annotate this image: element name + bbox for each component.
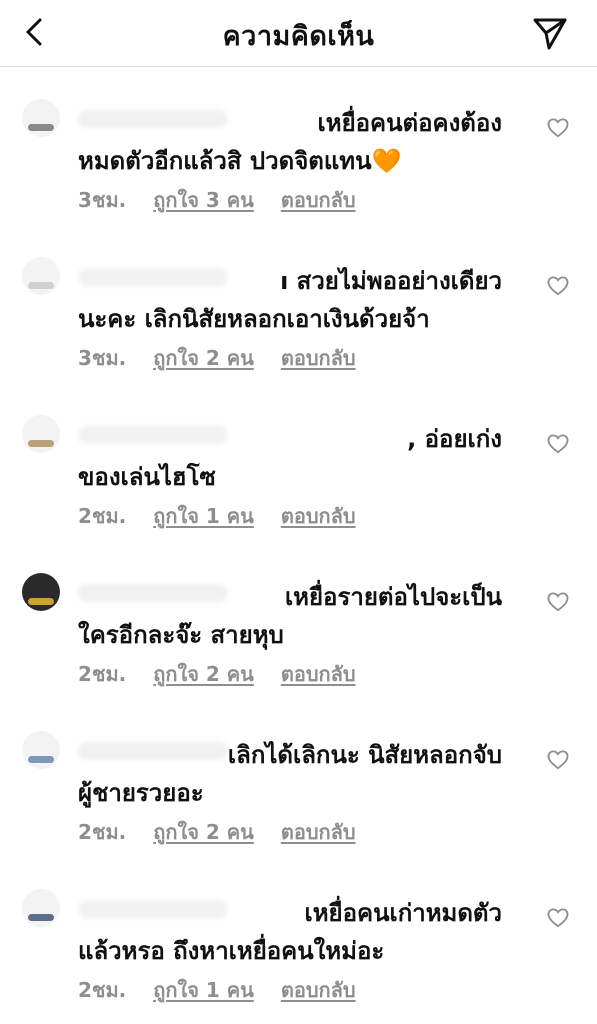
comment-time: 3ชม. [78,346,127,370]
comment-line-1: ı สวยไม่พออย่างเดียว [280,267,502,295]
comment-text: ı สวยไม่พออย่างเดียว นะคะ เลิกนิสัยหลอกเ… [78,262,518,338]
heart-icon[interactable] [547,118,569,138]
avatar[interactable] [22,573,60,611]
send-icon[interactable] [530,14,570,54]
likes-count-link[interactable]: ถูกใจ 2 คน [153,658,254,690]
comment-text: เหยื่อคนเก่าหมดตัว แล้วหรอ ถึงหาเหยื่อคน… [78,894,518,970]
comment-line-2: ผู้ชายรวยอะ [78,779,204,807]
comment-line-1: เหยื่อคนเก่าหมดตัว [304,899,502,927]
comment-item: , อ่อยเก่ง ของเล่นไฮโซ 2ชม. ถูกใจ 1 คน ต… [0,382,597,540]
comment-time: 2ชม. [78,662,127,686]
comment-text: เหยื่อรายต่อไปจะเป็น ใครอีกละจ๊ะ สายหุบ [78,578,518,654]
reply-button[interactable]: ตอบกลับ [281,816,356,848]
comment-meta: 2ชม. ถูกใจ 2 คน ตอบกลับ [78,816,376,844]
heart-icon[interactable] [547,276,569,296]
comment-item: ı สวยไม่พออย่างเดียว นะคะ เลิกนิสัยหลอกเ… [0,224,597,382]
reply-button[interactable]: ตอบกลับ [281,500,356,532]
comment-line-1: , อ่อยเก่ง [407,425,502,453]
avatar[interactable] [22,415,60,453]
comment-line-1: เลิกได้เลิกนะ นิสัยหลอกจับ [227,741,502,769]
likes-count-link[interactable]: ถูกใจ 2 คน [153,342,254,374]
comment-text: เลิกได้เลิกนะ นิสัยหลอกจับ ผู้ชายรวยอะ [78,736,518,812]
comment-item: เหยื่อคนเก่าหมดตัว แล้วหรอ ถึงหาเหยื่อคน… [0,856,597,1014]
comment-text: , อ่อยเก่ง ของเล่นไฮโซ [78,420,518,496]
reply-button[interactable]: ตอบกลับ [281,658,356,690]
comment-time: 2ชม. [78,978,127,1002]
likes-count-link[interactable]: ถูกใจ 1 คน [153,974,254,1006]
comment-item: เหยื่อคนต่อคงต้อง หมดตัวอีกแล้วสิ ปวดจิต… [0,66,597,224]
avatar[interactable] [22,257,60,295]
avatar[interactable] [22,99,60,137]
comment-item: เลิกได้เลิกนะ นิสัยหลอกจับ ผู้ชายรวยอะ 2… [0,698,597,856]
comment-line-2: หมดตัวอีกแล้วสิ ปวดจิตแทน [78,147,372,175]
reply-button[interactable]: ตอบกลับ [281,974,356,1006]
comment-meta: 2ชม. ถูกใจ 2 คน ตอบกลับ [78,658,376,686]
reply-button[interactable]: ตอบกลับ [281,184,356,216]
comment-text: เหยื่อคนต่อคงต้อง หมดตัวอีกแล้วสิ ปวดจิต… [78,104,518,180]
comment-line-2: นะคะ เลิกนิสัยหลอกเอาเงินด้วยจ้า [78,305,430,333]
comment-time: 3ชม. [78,188,127,212]
comment-meta: 3ชม. ถูกใจ 3 คน ตอบกลับ [78,184,376,212]
heart-icon[interactable] [547,908,569,928]
comment-line-2: แล้วหรอ ถึงหาเหยื่อคนใหม่อะ [78,937,385,965]
likes-count-link[interactable]: ถูกใจ 3 คน [153,184,254,216]
heart-icon[interactable] [547,592,569,612]
heart-icon[interactable] [547,750,569,770]
comment-time: 2ชม. [78,820,127,844]
likes-count-link[interactable]: ถูกใจ 1 คน [153,500,254,532]
page-title: ความคิดเห็น [222,21,375,52]
heart-icon[interactable] [547,434,569,454]
comment-line-1: เหยื่อรายต่อไปจะเป็น [284,583,502,611]
comment-meta: 2ชม. ถูกใจ 1 คน ตอบกลับ [78,974,376,1002]
orange-heart-emoji: 🧡 [371,147,402,175]
comment-line-2: ใครอีกละจ๊ะ สายหุบ [78,621,284,649]
comment-line-2: ของเล่นไฮโซ [78,463,216,491]
avatar[interactable] [22,889,60,927]
comment-item: เหยื่อรายต่อไปจะเป็น ใครอีกละจ๊ะ สายหุบ … [0,540,597,698]
comment-meta: 2ชม. ถูกใจ 1 คน ตอบกลับ [78,500,376,528]
avatar[interactable] [22,731,60,769]
comment-line-1: เหยื่อคนต่อคงต้อง [317,109,502,137]
reply-button[interactable]: ตอบกลับ [281,342,356,374]
comment-meta: 3ชม. ถูกใจ 2 คน ตอบกลับ [78,342,376,370]
likes-count-link[interactable]: ถูกใจ 2 คน [153,816,254,848]
comment-time: 2ชม. [78,504,127,528]
top-bar: ความคิดเห็น [0,0,597,67]
